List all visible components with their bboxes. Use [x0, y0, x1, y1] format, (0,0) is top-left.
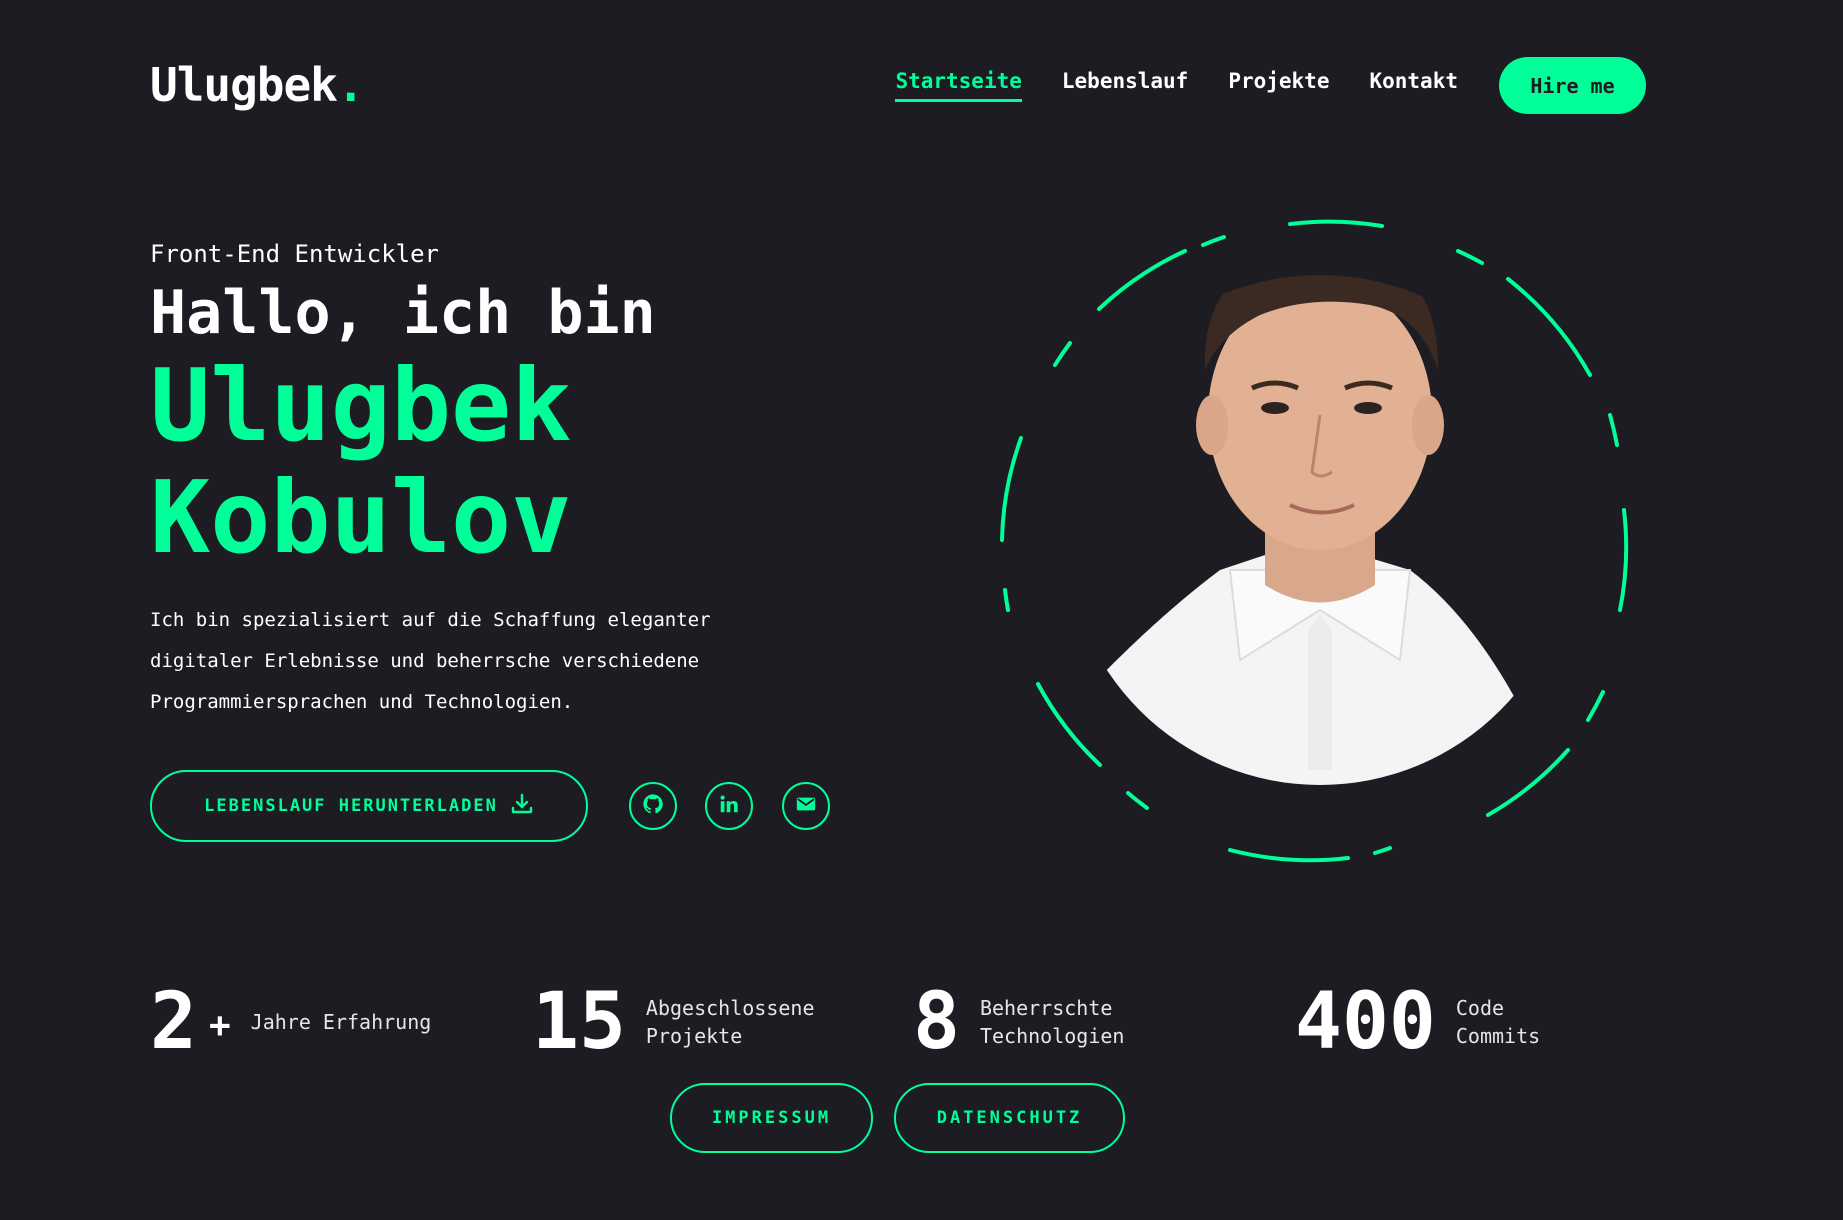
stat-label-line: Commits [1455, 1024, 1541, 1048]
site-header: Ulugbek. Startseite Lebenslauf Projekte … [150, 52, 1646, 118]
portrait [990, 210, 1650, 870]
stat-commits: 400 Code Commits [1295, 982, 1540, 1062]
impressum-button[interactable]: IMPRESSUM [670, 1083, 873, 1153]
linkedin-icon [718, 793, 740, 819]
hire-me-button[interactable]: Hire me [1499, 57, 1646, 114]
portrait-illustration [1000, 219, 1629, 863]
stat-label-line: Jahre Erfahrung [250, 1010, 432, 1034]
nav-item-projekte[interactable]: Projekte [1228, 69, 1329, 102]
logo-text: Ulugbek [150, 58, 338, 112]
stat-label: Jahre Erfahrung [251, 1008, 432, 1036]
datenschutz-button[interactable]: DATENSCHUTZ [894, 1083, 1125, 1153]
stat-label-line: Beherrschte [979, 996, 1113, 1020]
email-link[interactable] [782, 782, 830, 830]
stat-experience: 2 + Jahre Erfahrung [150, 982, 431, 1062]
stat-label: Abgeschlossene Projekte [646, 994, 815, 1050]
stat-value: 400 [1295, 977, 1436, 1067]
nav-item-lebenslauf[interactable]: Lebenslauf [1062, 69, 1188, 102]
linkedin-link[interactable] [705, 782, 753, 830]
hero-subtitle: Front-End Entwickler [150, 240, 439, 268]
stat-label: Beherrschte Technologien [980, 994, 1125, 1050]
email-icon [795, 793, 817, 819]
stat-value: 2 [150, 977, 197, 1067]
stat-projects: 15 Abgeschlossene Projekte [532, 982, 815, 1062]
stat-label-line: Projekte [645, 1024, 743, 1048]
stat-label-line: Abgeschlossene [645, 996, 815, 1020]
hero-last-name: Kobulov [150, 459, 572, 576]
description-line: Programmiersprachen und Technologien. [150, 691, 574, 713]
stat-value: 15 [532, 977, 626, 1067]
download-cv-button[interactable]: LEBENSLAUF HERUNTERLADEN [150, 770, 588, 842]
stat-value: 8 [913, 977, 960, 1067]
stat-label-line: Technologien [979, 1024, 1125, 1048]
hero-name: Ulugbek Kobulov [150, 350, 571, 574]
description-line: digitaler Erlebnisse und beherrsche vers… [150, 650, 700, 672]
description-line: Ich bin spezialisiert auf die Schaffung … [150, 609, 711, 631]
main-nav: Startseite Lebenslauf Projekte Kontakt H… [855, 57, 1646, 114]
logo[interactable]: Ulugbek. [150, 58, 365, 112]
nav-item-startseite[interactable]: Startseite [895, 69, 1022, 102]
stat-technologies: 8 Beherrschte Technologien [913, 982, 1124, 1062]
download-icon [498, 792, 534, 821]
nav-item-kontakt[interactable]: Kontakt [1369, 69, 1458, 102]
logo-dot: . [336, 58, 365, 112]
stat-label-line: Code [1455, 996, 1505, 1020]
stat-label: Code Commits [1456, 994, 1540, 1050]
github-icon [642, 793, 664, 819]
hero-first-name: Ulugbek [150, 347, 572, 464]
github-link[interactable] [629, 782, 677, 830]
hero-description: Ich bin spezialisiert auf die Schaffung … [150, 600, 790, 723]
download-cv-label: LEBENSLAUF HERUNTERLADEN [204, 796, 498, 816]
stat-suffix: + [208, 1004, 231, 1046]
hero-greeting: Hallo, ich bin [150, 278, 656, 348]
